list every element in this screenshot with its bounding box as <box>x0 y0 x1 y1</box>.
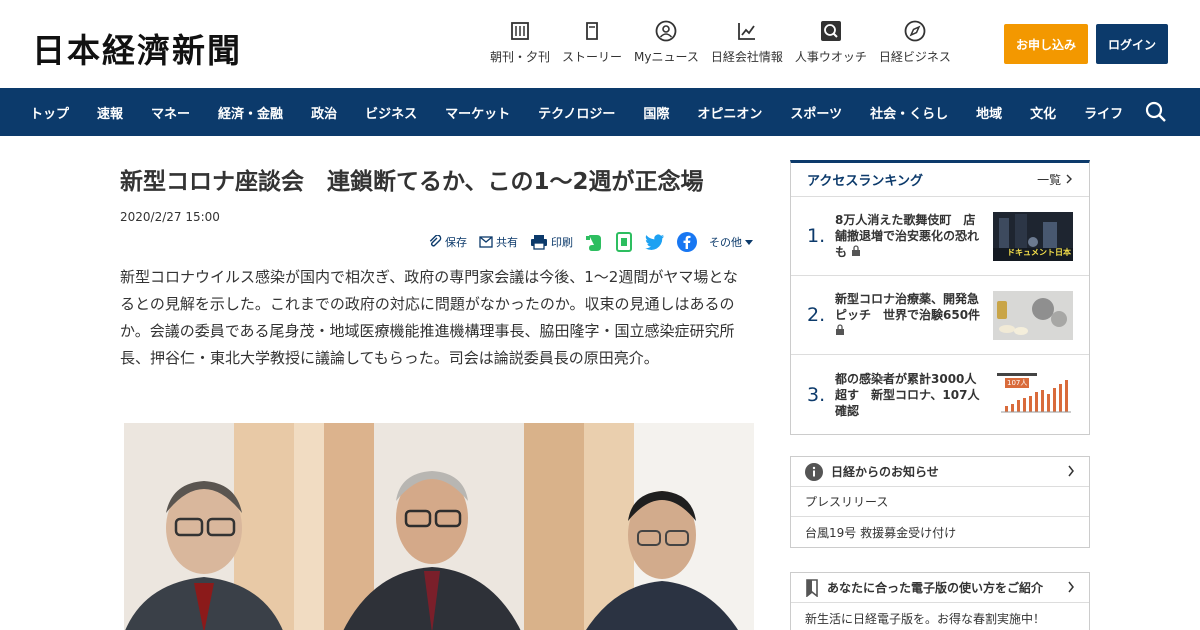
chevron-right-icon <box>1067 581 1075 596</box>
nav-item-breaking[interactable]: 速報 <box>97 103 123 122</box>
share-toolbar: 保存 共有 印刷 その他 <box>416 232 756 252</box>
search-person-icon <box>820 20 842 42</box>
ranking-item-3[interactable]: 3. 都の感染者が累計3000人超す 新型コロナ、107人確認 107人 <box>791 355 1089 434</box>
notice-row-typhoon-fund[interactable]: 台風19号 救援募金受け付け <box>791 517 1089 547</box>
header-nav-nikkei-business[interactable]: 日経ビジネス <box>879 20 951 65</box>
lock-icon <box>851 245 861 259</box>
chevron-right-icon <box>1067 465 1075 480</box>
user-icon <box>655 20 677 42</box>
ranking-title: アクセスランキング <box>807 174 923 189</box>
nav-item-top[interactable]: トップ <box>30 103 69 122</box>
twitter-icon[interactable] <box>645 234 665 251</box>
notice-title: 日経からのお知らせ <box>831 465 939 479</box>
nav-item-international[interactable]: 国際 <box>643 103 669 122</box>
nav-item-opinion[interactable]: オピニオン <box>697 103 762 122</box>
lock-icon <box>835 324 845 338</box>
header-nav-label: 朝刊・夕刊 <box>490 50 551 64</box>
compass-icon <box>904 20 926 42</box>
nav-item-market[interactable]: マーケット <box>445 103 510 122</box>
ranking-thumbnail <box>993 290 1073 340</box>
main-navbar: トップ 速報 マネー 経済・金融 政治 ビジネス マーケット テクノロジー 国際… <box>0 88 1200 136</box>
header-nav-mynews[interactable]: Myニュース <box>634 20 699 65</box>
ranking-thumbnail: ドキュメント日本 <box>993 211 1073 261</box>
more-share-button[interactable]: その他 <box>709 234 756 250</box>
ranking-more-label: 一覧 <box>1037 173 1062 187</box>
book-icon <box>581 20 603 42</box>
more-label: その他 <box>709 236 742 249</box>
article-photo <box>124 423 754 630</box>
info-icon <box>805 462 823 481</box>
bookmark-icon <box>805 578 819 597</box>
article-date: 2020/2/27 15:00 <box>120 209 220 224</box>
digital-guide-box: あなたに合った電子版の使い方をご紹介 新生活に日経電子版を。お得な春割実施中！ <box>790 572 1090 630</box>
nav-item-money[interactable]: マネー <box>151 103 190 122</box>
thumbnail-caption: ドキュメント日本 <box>1007 247 1071 257</box>
search-icon[interactable] <box>1144 100 1168 124</box>
ranking-number: 3. <box>807 383 826 406</box>
header-nav-morning-evening[interactable]: 朝刊・夕刊 <box>490 20 550 65</box>
nav-item-business[interactable]: ビジネス <box>365 103 417 122</box>
article-title: 新型コロナ座談会 連鎖断てるか、この1～2週が正念場 <box>120 169 704 195</box>
share-label: 共有 <box>496 236 518 249</box>
nav-item-society[interactable]: 社会・くらし <box>870 103 948 122</box>
header-nav: 朝刊・夕刊 ストーリー Myニュース 日経会社情報 人事ウオッチ 日経ビジネス <box>490 20 963 65</box>
evernote-icon[interactable] <box>585 232 603 252</box>
nikkei-notice-box: 日経からのお知らせ プレスリリース 台風19号 救援募金受け付け <box>790 456 1090 548</box>
ranking-header: アクセスランキング 一覧 <box>791 163 1089 197</box>
save-label: 保存 <box>445 236 467 249</box>
ranking-item-2[interactable]: 2. 新型コロナ治療薬、開発急ピッチ 世界で治験650件 <box>791 276 1089 355</box>
ranking-headline: 新型コロナ治療薬、開発急ピッチ 世界で治験650件 <box>835 292 981 322</box>
subscribe-button[interactable]: お申し込み <box>1004 24 1088 64</box>
paperclip-icon <box>428 235 442 249</box>
ranking-text: 新型コロナ治療薬、開発急ピッチ 世界で治験650件 <box>835 291 987 339</box>
article: 新型コロナ座談会 連鎖断てるか、この1～2週が正念場 2020/2/27 15:… <box>120 160 756 630</box>
header-nav-label: ストーリー <box>562 50 623 64</box>
print-button[interactable]: 印刷 <box>530 234 573 250</box>
printer-icon <box>530 234 548 250</box>
nav-item-life[interactable]: ライフ <box>1084 103 1123 122</box>
notice-row-press-release[interactable]: プレスリリース <box>791 487 1089 517</box>
ranking-number: 1. <box>807 225 826 247</box>
guide-header[interactable]: あなたに合った電子版の使い方をご紹介 <box>791 573 1089 603</box>
nav-item-politics[interactable]: 政治 <box>311 103 337 122</box>
ranking-headline: 都の感染者が累計3000人超す 新型コロナ、107人確認 <box>835 371 980 418</box>
nav-item-economy[interactable]: 経済・金融 <box>218 103 283 122</box>
newspaper-icon <box>509 20 531 42</box>
chevron-right-icon <box>1065 173 1073 187</box>
guide-title: あなたに合った電子版の使い方をご紹介 <box>827 581 1044 595</box>
header-nav-company-info[interactable]: 日経会社情報 <box>711 20 783 65</box>
ranking-number: 2. <box>807 304 826 326</box>
header-nav-label: 日経会社情報 <box>710 50 783 64</box>
thumbnail-caption: 107人 <box>1005 378 1030 388</box>
share-button[interactable]: 共有 <box>479 234 518 250</box>
save-button[interactable]: 保存 <box>428 234 467 250</box>
chart-icon <box>736 20 758 42</box>
print-label: 印刷 <box>551 236 573 249</box>
site-header: 日本経濟新聞 朝刊・夕刊 ストーリー Myニュース 日経会社情報 人事ウオッチ … <box>0 0 1200 88</box>
access-ranking: アクセスランキング 一覧 1. 8万人消えた歌舞伎町 店舗撤退増で治安悪化の恐れ… <box>790 160 1090 435</box>
ranking-thumbnail: 107人 <box>993 370 1073 419</box>
ranking-text: 8万人消えた歌舞伎町 店舗撤退増で治安悪化の恐れも <box>835 212 987 260</box>
login-button[interactable]: ログイン <box>1096 24 1168 64</box>
nav-item-sports[interactable]: スポーツ <box>790 103 842 122</box>
header-nav-label: Myニュース <box>634 50 699 64</box>
header-nav-label: 日経ビジネス <box>878 50 951 64</box>
nav-item-regional[interactable]: 地域 <box>976 103 1002 122</box>
sidebar: アクセスランキング 一覧 1. 8万人消えた歌舞伎町 店舗撤退増で治安悪化の恐れ… <box>790 160 1090 630</box>
ranking-more-link[interactable]: 一覧 <box>1037 171 1073 188</box>
nav-item-culture[interactable]: 文化 <box>1030 103 1056 122</box>
header-nav-personnel-watch[interactable]: 人事ウオッチ <box>795 20 867 65</box>
header-nav-story[interactable]: ストーリー <box>562 20 622 65</box>
site-logo[interactable]: 日本経濟新聞 <box>32 24 242 72</box>
header-nav-label: 人事ウオッチ <box>794 50 867 64</box>
nav-item-technology[interactable]: テクノロジー <box>538 103 615 122</box>
mail-icon <box>479 236 493 248</box>
facebook-icon[interactable] <box>677 232 697 252</box>
guide-row-spring-campaign[interactable]: 新生活に日経電子版を。お得な春割実施中！ <box>791 603 1089 630</box>
caret-down-icon <box>745 239 753 245</box>
bookmark-note-icon[interactable] <box>615 232 633 252</box>
article-lead: 新型コロナウイルス感染が国内で相次ぎ、政府の専門家会議は今後、1～2週間がヤマ場… <box>120 268 738 367</box>
notice-header[interactable]: 日経からのお知らせ <box>791 457 1089 487</box>
ranking-item-1[interactable]: 1. 8万人消えた歌舞伎町 店舗撤退増で治安悪化の恐れも ドキュメント日本 <box>791 197 1089 276</box>
